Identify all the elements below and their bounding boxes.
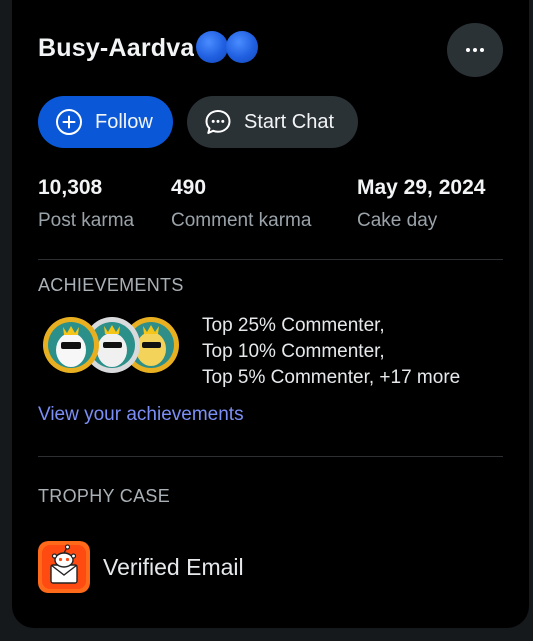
divider <box>38 259 503 260</box>
follow-button[interactable]: Follow <box>38 96 173 148</box>
plus-circle-icon <box>56 109 82 135</box>
achievement-badge-icon <box>43 317 99 373</box>
trophy-item-label: Verified Email <box>103 554 244 580</box>
achievements-title: ACHIEVEMENTS <box>38 275 184 295</box>
start-chat-label: Start Chat <box>244 110 335 133</box>
stat-comment-karma: 490 Comment karma <box>171 176 311 232</box>
ellipsis-dot <box>480 48 484 52</box>
stat-label: Cake day <box>357 210 438 231</box>
username-text: Busy-Aardva <box>38 33 195 62</box>
trophy-case-title: TROPHY CASE <box>38 486 170 506</box>
achievement-badges[interactable] <box>39 314 184 376</box>
follow-label: Follow <box>95 110 153 133</box>
verified-email-icon[interactable] <box>38 541 90 593</box>
blue-circle-icon <box>196 31 229 63</box>
start-chat-button[interactable]: Start Chat <box>187 96 358 148</box>
stat-value: May 29, 2024 <box>357 176 486 199</box>
blue-circle-icon <box>226 31 259 63</box>
divider <box>38 456 503 457</box>
achievements-summary: Top 25% Commenter, Top 10% Commenter, To… <box>202 313 460 391</box>
stat-post-karma: 10,308 Post karma <box>38 176 134 232</box>
stat-label: Post karma <box>38 210 135 231</box>
stat-value: 490 <box>171 176 207 199</box>
stat-value: 10,308 <box>38 176 103 199</box>
view-achievements-link[interactable]: View your achievements <box>38 404 244 426</box>
profile-card: Busy-Aardva Follow Start Chat 10,308 Pos… <box>12 0 529 628</box>
achievement-line: Top 10% Commenter, <box>202 341 385 362</box>
stat-label: Comment karma <box>171 210 312 231</box>
ellipsis-icon <box>466 48 470 52</box>
blue-circle-emojis <box>196 31 259 63</box>
profile-username: Busy-Aardva <box>38 31 259 64</box>
achievement-line: Top 25% Commenter, <box>202 315 385 336</box>
achievement-line: Top 5% Commenter, +17 more <box>202 367 461 388</box>
stat-cake-day: May 29, 2024 Cake day <box>357 176 485 232</box>
more-options-button[interactable] <box>447 23 503 77</box>
chat-bubble-icon <box>205 110 231 134</box>
ellipsis-dot <box>473 48 477 52</box>
